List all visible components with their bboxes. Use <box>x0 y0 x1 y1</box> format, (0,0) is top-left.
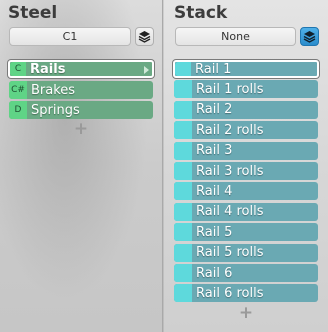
stack-dropdown[interactable]: None <box>175 27 296 46</box>
stack-item[interactable]: Rail 1 rolls <box>174 80 318 99</box>
stack-item[interactable]: Rail 3 <box>174 141 318 160</box>
stack-item-label: Rail 4 <box>196 183 233 199</box>
stack-item[interactable]: Rail 2 rolls <box>174 121 318 140</box>
stack-item-label: Rail 1 <box>195 61 232 77</box>
color-swatch <box>174 202 192 221</box>
stack-item-label: Rail 5 <box>196 224 233 240</box>
stack-layers-button[interactable] <box>300 27 319 46</box>
color-swatch <box>174 100 192 119</box>
stack-item-label: Rail 2 rolls <box>196 122 264 138</box>
color-swatch <box>174 284 192 303</box>
stack-item-label: Rail 4 rolls <box>196 204 264 220</box>
color-swatch <box>174 223 192 242</box>
stack-item[interactable]: Rail 1 <box>173 60 319 78</box>
stack-title: Stack <box>174 3 228 23</box>
steel-title: Steel <box>8 3 58 23</box>
steel-item-springs[interactable]: D Springs <box>9 101 153 119</box>
stack-item-label: Rail 5 rolls <box>196 245 264 261</box>
steel-item-label: Brakes <box>31 82 76 98</box>
steel-dropdown[interactable]: C1 <box>9 27 131 46</box>
steel-add-button[interactable]: + <box>73 119 89 139</box>
steel-item-label: Rails <box>30 61 66 77</box>
stack-item-label: Rail 2 <box>196 102 233 118</box>
stack-item-label: Rail 6 rolls <box>196 285 264 301</box>
color-swatch <box>174 80 192 99</box>
stack-item-label: Rail 6 <box>196 265 233 281</box>
layers-icon <box>303 31 316 43</box>
key-badge: C <box>10 62 26 76</box>
stack-add-button[interactable]: + <box>238 303 254 323</box>
color-swatch <box>174 182 192 201</box>
chevron-right-icon <box>144 66 149 74</box>
color-swatch <box>174 264 192 282</box>
stack-item[interactable]: Rail 6 <box>174 264 318 282</box>
color-swatch <box>174 141 192 160</box>
stack-item[interactable]: Rail 3 rolls <box>174 162 318 180</box>
color-swatch <box>175 62 191 76</box>
color-swatch <box>174 162 192 180</box>
stack-item-label: Rail 3 rolls <box>196 163 264 179</box>
layers-icon <box>138 31 151 43</box>
key-badge: D <box>9 101 27 119</box>
color-swatch <box>174 243 192 262</box>
stack-item[interactable]: Rail 5 rolls <box>174 243 318 262</box>
steel-layers-button[interactable] <box>135 27 154 46</box>
color-swatch <box>174 121 192 140</box>
stack-item[interactable]: Rail 4 rolls <box>174 202 318 221</box>
stack-item-label: Rail 1 rolls <box>196 81 264 97</box>
stack-item[interactable]: Rail 2 <box>174 100 318 119</box>
steel-item-label: Springs <box>31 102 80 118</box>
stack-item[interactable]: Rail 5 <box>174 223 318 242</box>
steel-item-brakes[interactable]: C# Brakes <box>9 81 153 99</box>
stack-item-label: Rail 3 <box>196 143 233 159</box>
stack-item[interactable]: Rail 6 rolls <box>174 284 318 303</box>
steel-panel: Steel C1 C Rails C# Brakes D Springs + <box>0 0 163 332</box>
stack-item[interactable]: Rail 4 <box>174 182 318 201</box>
steel-item-rails[interactable]: C Rails <box>8 60 154 78</box>
key-badge: C# <box>9 81 27 99</box>
